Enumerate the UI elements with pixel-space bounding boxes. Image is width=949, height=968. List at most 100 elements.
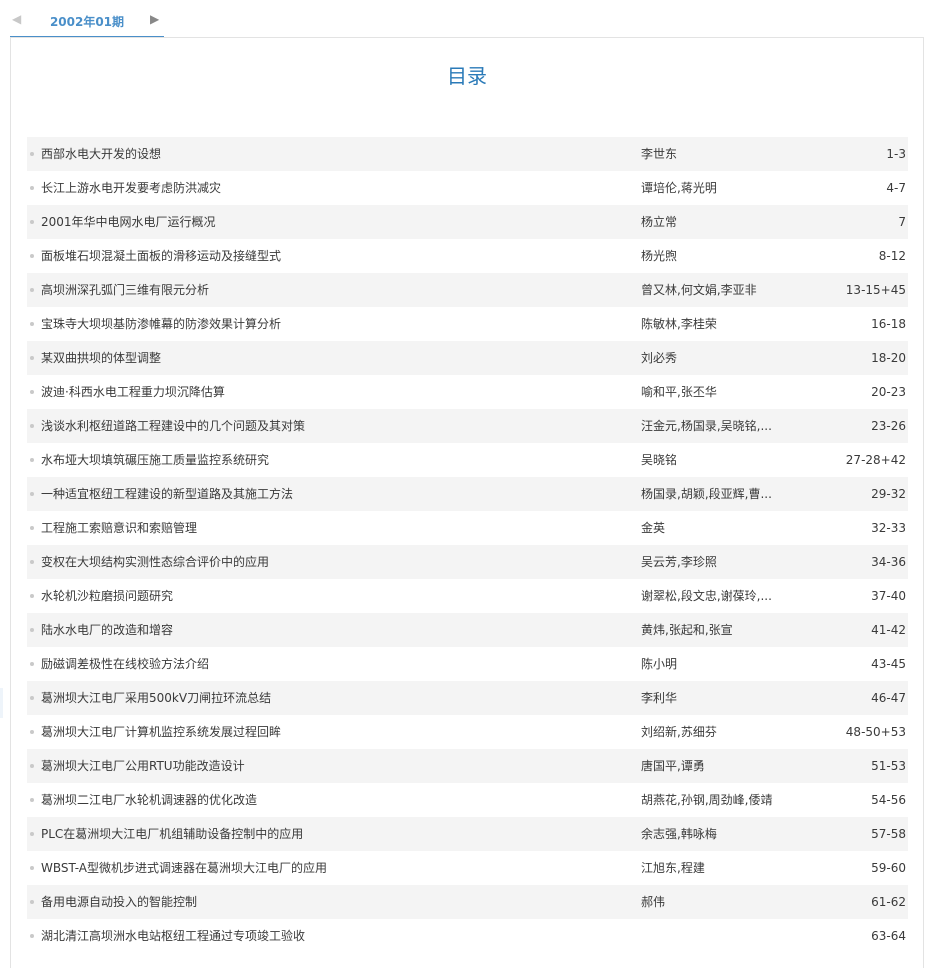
article-pages: 51-53 — [871, 759, 906, 773]
article-pages: 32-33 — [871, 521, 906, 535]
article-title-link[interactable]: 变权在大坝结构实测性态综合评价中的应用 — [41, 545, 601, 579]
article-title-link[interactable]: 葛洲坝大江电厂采用500kV刀闸拉环流总结 — [41, 681, 601, 715]
article-title-link[interactable]: 备用电源自动投入的智能控制 — [41, 885, 601, 919]
side-scroll-marker — [0, 688, 3, 718]
article-title-link[interactable]: 某双曲拱坝的体型调整 — [41, 341, 601, 375]
issue-tabs: ◀ 2002年01期 ▶ — [10, 0, 923, 38]
article-title-link[interactable]: 波迪·科西水电工程重力坝沉降估算 — [41, 375, 601, 409]
toc-row[interactable]: 工程施工索赔意识和索赔管理 金英 32-33 — [27, 511, 908, 545]
next-issue-arrow-icon[interactable]: ▶ — [150, 12, 159, 26]
article-pages: 57-58 — [871, 827, 906, 841]
article-title-link[interactable]: 葛洲坝大江电厂计算机监控系统发展过程回眸 — [41, 715, 601, 749]
article-authors: 金英 — [641, 521, 666, 535]
article-authors: 汪金元,杨国录,吴晓铭,... — [641, 419, 772, 433]
article-title-link[interactable]: 葛洲坝大江电厂公用RTU功能改造设计 — [41, 749, 601, 783]
article-authors: 陈小明 — [641, 657, 678, 671]
bullet-icon — [30, 390, 34, 394]
article-title-link[interactable]: 励磁调差极性在线校验方法介绍 — [41, 647, 601, 681]
article-title-link[interactable]: 水轮机沙粒磨损问题研究 — [41, 579, 601, 613]
article-pages: 34-36 — [871, 555, 906, 569]
toc-row[interactable]: 陆水水电厂的改造和增容 黄炜,张起和,张宣 41-42 — [27, 613, 908, 647]
toc-row[interactable]: 浅谈水利枢纽道路工程建设中的几个问题及其对策 汪金元,杨国录,吴晓铭,... 23-… — [27, 409, 908, 443]
bullet-icon — [30, 628, 34, 632]
toc-row[interactable]: 备用电源自动投入的智能控制 郝伟 61-62 — [27, 885, 908, 919]
article-authors: 吴云芳,李珍照 — [641, 555, 717, 569]
toc-row[interactable]: 2001年华中电网水电厂运行概况 杨立常 7 — [27, 205, 908, 239]
article-pages: 20-23 — [871, 385, 906, 399]
bullet-icon — [30, 254, 34, 258]
bullet-icon — [30, 560, 34, 564]
article-authors: 陈敏林,李桂荣 — [641, 317, 717, 331]
article-title-link[interactable]: 葛洲坝二江电厂水轮机调速器的优化改造 — [41, 783, 601, 817]
article-title-link[interactable]: PLC在葛洲坝大江电厂机组辅助设备控制中的应用 — [41, 817, 601, 851]
toc-row[interactable]: 葛洲坝大江电厂计算机监控系统发展过程回眸 刘绍新,苏细芬 48-50+53 — [27, 715, 908, 749]
article-pages: 59-60 — [871, 861, 906, 875]
article-pages: 13-15+45 — [845, 283, 906, 297]
toc-row[interactable]: WBST-A型微机步进式调速器在葛洲坝大江电厂的应用 江旭东,程建 59-60 — [27, 851, 908, 885]
bullet-icon — [30, 458, 34, 462]
toc-row[interactable]: PLC在葛洲坝大江电厂机组辅助设备控制中的应用 余志强,韩咏梅 57-58 — [27, 817, 908, 851]
toc-row[interactable]: 波迪·科西水电工程重力坝沉降估算 喻和平,张丕华 20-23 — [27, 375, 908, 409]
bullet-icon — [30, 764, 34, 768]
toc-list: 西部水电大开发的设想 李世东 1-3 长江上游水电开发要考虑防洪减灾 谭培伦,蒋光明 4-… — [27, 137, 908, 953]
article-title-link[interactable]: 宝珠寺大坝坝基防渗帷幕的防渗效果计算分析 — [41, 307, 601, 341]
article-title-link[interactable]: WBST-A型微机步进式调速器在葛洲坝大江电厂的应用 — [41, 851, 601, 885]
toc-row[interactable]: 高坝洲深孔弧门三维有限元分析 曾又林,何文娟,李亚非 13-15+45 — [27, 273, 908, 307]
article-title-link[interactable]: 西部水电大开发的设想 — [41, 137, 601, 171]
article-title-link[interactable]: 高坝洲深孔弧门三维有限元分析 — [41, 273, 601, 307]
toc-row[interactable]: 湖北清江高坝洲水电站枢纽工程通过专项竣工验收 63-64 — [27, 919, 908, 953]
bullet-icon — [30, 730, 34, 734]
toc-row[interactable]: 面板堆石坝混凝土面板的滑移运动及接缝型式 杨光煦 8-12 — [27, 239, 908, 273]
article-title-link[interactable]: 一种适宜枢纽工程建设的新型道路及其施工方法 — [41, 477, 601, 511]
toc-row[interactable]: 西部水电大开发的设想 李世东 1-3 — [27, 137, 908, 171]
article-pages: 61-62 — [871, 895, 906, 909]
article-title-link[interactable]: 工程施工索赔意识和索赔管理 — [41, 511, 601, 545]
toc-row[interactable]: 葛洲坝二江电厂水轮机调速器的优化改造 胡燕花,孙钢,周劲峰,倭靖 54-56 — [27, 783, 908, 817]
toc-row[interactable]: 一种适宜枢纽工程建设的新型道路及其施工方法 杨国录,胡颖,段亚辉,曹... 29-3… — [27, 477, 908, 511]
tab-issue-2002-01[interactable]: 2002年01期 — [10, 0, 164, 38]
bullet-icon — [30, 798, 34, 802]
article-title-link[interactable]: 2001年华中电网水电厂运行概况 — [41, 205, 601, 239]
toc-row[interactable]: 变权在大坝结构实测性态综合评价中的应用 吴云芳,李珍照 34-36 — [27, 545, 908, 579]
article-authors: 李利华 — [641, 691, 678, 705]
article-title-link[interactable]: 水布垭大坝填筑碾压施工质量监控系统研究 — [41, 443, 601, 477]
article-authors: 刘必秀 — [641, 351, 678, 365]
toc-row[interactable]: 长江上游水电开发要考虑防洪减灾 谭培伦,蒋光明 4-7 — [27, 171, 908, 205]
article-authors: 李世东 — [641, 147, 678, 161]
article-title-link[interactable]: 面板堆石坝混凝土面板的滑移运动及接缝型式 — [41, 239, 601, 273]
article-pages: 16-18 — [871, 317, 906, 331]
toc-row[interactable]: 某双曲拱坝的体型调整 刘必秀 18-20 — [27, 341, 908, 375]
article-pages: 46-47 — [871, 691, 906, 705]
article-pages: 1-3 — [886, 147, 906, 161]
toc-row[interactable]: 葛洲坝大江电厂公用RTU功能改造设计 唐国平,谭勇 51-53 — [27, 749, 908, 783]
article-title-link[interactable]: 湖北清江高坝洲水电站枢纽工程通过专项竣工验收 — [41, 919, 601, 953]
article-authors: 胡燕花,孙钢,周劲峰,倭靖 — [641, 793, 773, 807]
toc-row[interactable]: 葛洲坝大江电厂采用500kV刀闸拉环流总结 李利华 46-47 — [27, 681, 908, 715]
article-authors: 刘绍新,苏细芬 — [641, 725, 717, 739]
bullet-icon — [30, 832, 34, 836]
article-authors: 杨立常 — [641, 215, 678, 229]
toc-row[interactable]: 水布垭大坝填筑碾压施工质量监控系统研究 吴晓铭 27-28+42 — [27, 443, 908, 477]
toc-row[interactable]: 水轮机沙粒磨损问题研究 谢翠松,段文忠,谢葆玲,... 37-40 — [27, 579, 908, 613]
article-authors: 杨光煦 — [641, 249, 678, 263]
article-pages: 4-7 — [886, 181, 906, 195]
article-title-link[interactable]: 浅谈水利枢纽道路工程建设中的几个问题及其对策 — [41, 409, 601, 443]
article-title-link[interactable]: 长江上游水电开发要考虑防洪减灾 — [41, 171, 601, 205]
bullet-icon — [30, 220, 34, 224]
bullet-icon — [30, 526, 34, 530]
bullet-icon — [30, 492, 34, 496]
toc-row[interactable]: 宝珠寺大坝坝基防渗帷幕的防渗效果计算分析 陈敏林,李桂荣 16-18 — [27, 307, 908, 341]
article-pages: 48-50+53 — [845, 725, 906, 739]
article-authors: 谭培伦,蒋光明 — [641, 181, 717, 195]
article-pages: 63-64 — [871, 929, 906, 943]
article-authors: 吴晓铭 — [641, 453, 678, 467]
toc-row[interactable]: 励磁调差极性在线校验方法介绍 陈小明 43-45 — [27, 647, 908, 681]
bullet-icon — [30, 424, 34, 428]
article-pages: 7 — [898, 215, 906, 229]
bullet-icon — [30, 594, 34, 598]
bullet-icon — [30, 900, 34, 904]
article-authors: 江旭东,程建 — [641, 861, 705, 875]
article-title-link[interactable]: 陆水水电厂的改造和增容 — [41, 613, 601, 647]
article-authors: 唐国平,谭勇 — [641, 759, 705, 773]
article-pages: 43-45 — [871, 657, 906, 671]
